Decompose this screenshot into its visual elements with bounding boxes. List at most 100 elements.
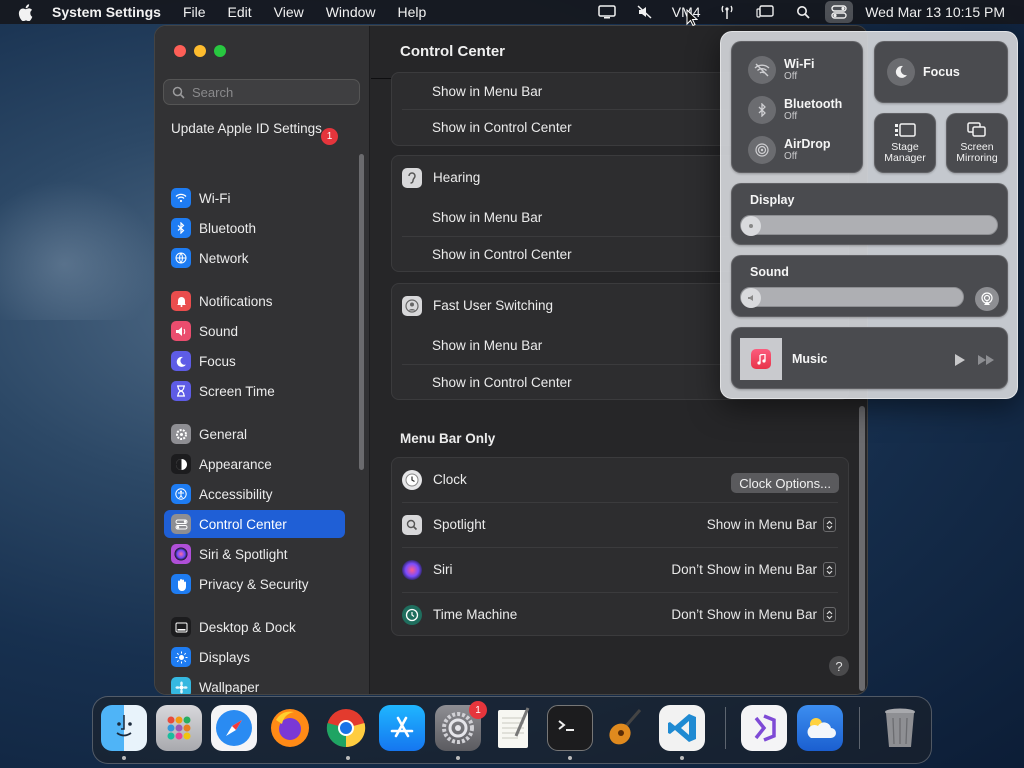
trash-icon [885, 708, 915, 747]
sun-icon[interactable] [741, 216, 761, 236]
airdrop-toggle[interactable]: AirDrop Off [748, 136, 831, 164]
connectivity-tile: Wi-Fi Off Bluetooth Off AirDrop Off [731, 41, 863, 173]
antenna-icon[interactable] [711, 1, 743, 23]
bluetooth-toggle[interactable]: Bluetooth Off [748, 96, 842, 124]
wifi-toggle[interactable]: Wi-Fi Off [748, 56, 814, 84]
music-tile[interactable]: Music [731, 327, 1008, 389]
siri-icon [171, 544, 191, 564]
time-machine-popup[interactable]: Don’t Show in Menu Bar [671, 607, 836, 622]
dock-garageband[interactable] [603, 705, 649, 751]
clock-options-button[interactable]: Clock Options... [731, 473, 839, 493]
dock-firefox[interactable] [267, 705, 313, 751]
dock-chrome[interactable] [323, 705, 369, 751]
moon-icon [171, 351, 191, 371]
view-menu[interactable]: View [274, 4, 304, 20]
dock-visual-studio[interactable] [741, 705, 787, 751]
fast-forward-icon[interactable] [977, 354, 995, 366]
stage-manager-tile[interactable]: Stage Manager [874, 113, 936, 173]
sidebar-item-network[interactable]: Network [164, 244, 345, 272]
sidebar-item-notifications[interactable]: Notifications [164, 287, 345, 315]
minimize-button[interactable] [194, 45, 206, 57]
sidebar-item-siri-and-spotlight[interactable]: Siri & Spotlight [164, 540, 345, 568]
sidebar-item-displays[interactable]: Displays [164, 643, 345, 671]
user-icon [402, 295, 422, 316]
desktop-wallpaper [0, 180, 160, 320]
dock-icon [171, 617, 191, 637]
dock-trash[interactable] [877, 705, 923, 751]
firefox-icon [271, 709, 309, 747]
sidebar-scrollbar[interactable] [359, 154, 364, 470]
sidebar-item-wi-fi[interactable]: Wi-Fi [164, 184, 345, 212]
dock-safari[interactable] [211, 705, 257, 751]
volume-slider[interactable] [740, 287, 964, 308]
wifi-off-icon [748, 56, 776, 84]
dock-terminal[interactable] [547, 705, 593, 751]
sidebar-item-bluetooth[interactable]: Bluetooth [164, 214, 345, 242]
search-placeholder: Search [192, 84, 234, 100]
spotlight-search-icon[interactable] [787, 1, 819, 23]
focus-tile[interactable]: Focus [874, 41, 1008, 103]
menubar-clock[interactable]: Wed Mar 13 10:15 PM [865, 4, 1005, 20]
sidebar-item-wallpaper[interactable]: Wallpaper [164, 673, 345, 695]
play-icon[interactable] [954, 353, 966, 367]
help-menu[interactable]: Help [398, 4, 427, 20]
clock-icon [402, 469, 422, 490]
music-artwork [740, 338, 782, 380]
dock-finder[interactable] [101, 705, 147, 751]
wifi-status: Off [784, 71, 798, 82]
dock-vscode[interactable] [659, 705, 705, 751]
sidebar-item-sound[interactable]: Sound [164, 317, 345, 345]
dock-textedit[interactable] [491, 705, 537, 751]
sidebar-item-label: Focus [199, 353, 236, 369]
clock-label: Clock [433, 472, 467, 487]
music-note-icon [751, 349, 771, 369]
file-menu[interactable]: File [183, 4, 206, 20]
sidebar-item-label: Wallpaper [199, 679, 260, 695]
sound-tile: Sound [731, 255, 1008, 317]
spotlight-row: Spotlight Show in Menu Bar [392, 506, 848, 543]
popup-value: Show in Menu Bar [706, 517, 817, 532]
content-scrollbar[interactable] [859, 406, 865, 691]
dock-launchpad[interactable] [156, 705, 202, 751]
sidebar-item-focus[interactable]: Focus [164, 347, 345, 375]
app-menu[interactable]: System Settings [52, 4, 161, 20]
textedit-icon [498, 707, 530, 748]
close-button[interactable] [174, 45, 186, 57]
window-menu[interactable]: Window [326, 4, 376, 20]
moon-icon [887, 58, 915, 86]
siri-popup[interactable]: Don’t Show in Menu Bar [671, 562, 836, 577]
dock-app-store[interactable] [379, 705, 425, 751]
spotlight-popup[interactable]: Show in Menu Bar [707, 517, 836, 532]
sidebar-item-accessibility[interactable]: Accessibility [164, 480, 345, 508]
mute-icon[interactable] [629, 1, 661, 23]
sidebar-item-privacy-and-security[interactable]: Privacy & Security [164, 570, 345, 598]
menu-bar-only-group: Clock Clock Options... Spotlight Show in… [391, 457, 849, 636]
sidebar-item-screen-time[interactable]: Screen Time [164, 377, 345, 405]
row-label: Show in Menu Bar [432, 84, 543, 99]
dock-weather[interactable] [797, 705, 843, 751]
edit-menu[interactable]: Edit [228, 4, 252, 20]
control-center-menu-icon[interactable] [825, 1, 854, 23]
sidebar-item-label: Siri & Spotlight [199, 546, 288, 562]
ear-icon [402, 167, 422, 188]
display-brightness-slider[interactable] [740, 215, 998, 236]
screen-mirroring-tile[interactable]: Screen Mirroring [946, 113, 1008, 173]
sidebar-item-general[interactable]: General [164, 420, 345, 448]
sidebar-item-appearance[interactable]: Appearance [164, 450, 345, 478]
sidebar-item-control-center[interactable]: Control Center [164, 510, 345, 538]
speaker-icon[interactable] [741, 288, 761, 308]
search-input[interactable]: Search [163, 79, 360, 105]
sidebar-item-label: Notifications [199, 293, 273, 309]
sidebar-item-desktop-and-dock[interactable]: Desktop & Dock [164, 613, 345, 641]
stage-manager-menu-icon[interactable] [749, 1, 781, 23]
chevron-updown-icon [823, 562, 836, 577]
apple-menu-icon[interactable] [18, 3, 36, 21]
sidebar-item-label: Wi-Fi [199, 190, 231, 206]
screen-icon[interactable] [591, 1, 623, 23]
airplay-audio-button[interactable] [975, 287, 999, 311]
zoom-button[interactable] [214, 45, 226, 57]
airplay-audio-icon [981, 292, 993, 305]
sidebar-item-label: Appearance [199, 456, 272, 472]
accessibility-icon [171, 484, 191, 504]
help-button[interactable]: ? [829, 656, 849, 676]
